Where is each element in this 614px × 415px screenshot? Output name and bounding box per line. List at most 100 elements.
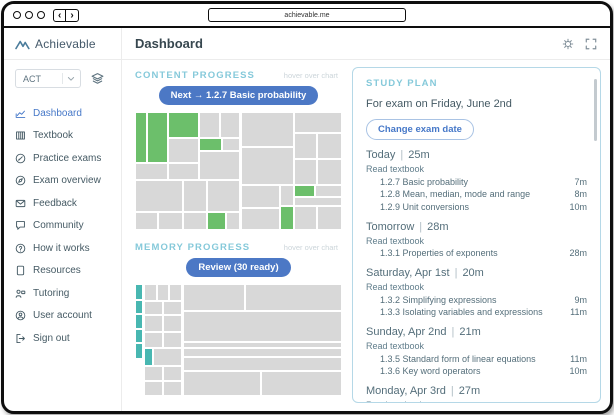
- treemap-cell[interactable]: [199, 112, 220, 138]
- sidebar-item-how-it-works[interactable]: How it works: [15, 237, 121, 260]
- course-select[interactable]: ACT: [15, 69, 81, 88]
- treemap-cell[interactable]: [183, 180, 208, 212]
- treemap-cell[interactable]: [168, 163, 199, 181]
- study-task[interactable]: 1.2.7 Basic probability 7m: [366, 177, 587, 187]
- treemap-cell[interactable]: [222, 138, 240, 151]
- study-task[interactable]: 1.3.2 Simplifying expressions 9m: [366, 295, 587, 305]
- treemap-cell[interactable]: [294, 159, 317, 185]
- treemap-cell[interactable]: [294, 112, 342, 133]
- url-bar[interactable]: achievable.me: [208, 8, 406, 22]
- treemap-cell[interactable]: [226, 212, 239, 230]
- window-close-button[interactable]: [13, 11, 21, 19]
- treemap-cell[interactable]: [135, 329, 143, 344]
- fullscreen-icon[interactable]: [585, 38, 597, 50]
- study-task[interactable]: 1.3.3 Isolating variables and expression…: [366, 307, 587, 317]
- treemap-cell[interactable]: [207, 212, 226, 230]
- task-name: 1.3.2 Simplifying expressions: [380, 295, 574, 305]
- treemap-cell[interactable]: [294, 185, 315, 197]
- treemap-cell[interactable]: [157, 284, 169, 301]
- treemap-cell[interactable]: [241, 147, 295, 185]
- treemap-cell[interactable]: [135, 284, 143, 300]
- treemap-cell[interactable]: [315, 185, 342, 197]
- day-items: 1.3.1 Properties of exponents 28m: [366, 248, 587, 258]
- treemap-cell[interactable]: [199, 151, 239, 181]
- study-task[interactable]: 1.3.6 Key word operators 10m: [366, 366, 587, 376]
- treemap-cell[interactable]: [317, 206, 342, 230]
- treemap-cell[interactable]: [183, 311, 342, 342]
- treemap-cell[interactable]: [144, 332, 163, 348]
- treemap-cell[interactable]: [135, 112, 147, 163]
- treemap-cell[interactable]: [163, 366, 182, 382]
- treemap-cell[interactable]: [158, 212, 183, 230]
- treemap-cell[interactable]: [144, 301, 163, 316]
- treemap-cell[interactable]: [294, 197, 342, 206]
- treemap-cell[interactable]: [199, 138, 222, 151]
- sidebar-item-user-account[interactable]: User account: [15, 305, 121, 328]
- treemap-cell[interactable]: [144, 284, 156, 301]
- layers-icon[interactable]: [91, 72, 104, 85]
- treemap-cell[interactable]: [317, 159, 342, 185]
- treemap-cell[interactable]: [294, 133, 317, 159]
- treemap-cell[interactable]: [183, 212, 208, 230]
- treemap-cell[interactable]: [168, 138, 199, 163]
- task-time: 11m: [570, 307, 587, 317]
- treemap-cell[interactable]: [241, 112, 295, 147]
- sidebar-item-community[interactable]: Community: [15, 215, 121, 238]
- sidebar-item-exam-overview[interactable]: Exam overview: [15, 170, 121, 193]
- treemap-cell[interactable]: [144, 366, 163, 382]
- treemap-cell[interactable]: [153, 348, 182, 366]
- treemap-cell[interactable]: [317, 133, 342, 159]
- sidebar-item-textbook[interactable]: Textbook: [15, 125, 121, 148]
- treemap-cell[interactable]: [280, 185, 294, 206]
- treemap-cell[interactable]: [261, 371, 342, 396]
- treemap-cell[interactable]: [280, 206, 294, 230]
- treemap-cell[interactable]: [245, 284, 342, 311]
- treemap-cell[interactable]: [163, 315, 182, 332]
- sidebar-item-sign-out[interactable]: Sign out: [15, 327, 121, 350]
- treemap-cell[interactable]: [169, 284, 181, 301]
- sidebar-item-tutoring[interactable]: Tutoring: [15, 282, 121, 305]
- treemap-cell[interactable]: [163, 332, 182, 348]
- study-task[interactable]: 1.2.9 Unit conversions 10m: [366, 202, 587, 212]
- change-exam-date-button[interactable]: Change exam date: [366, 119, 474, 140]
- treemap-cell[interactable]: [135, 343, 143, 359]
- treemap-cell[interactable]: [183, 284, 245, 311]
- forward-button[interactable]: ›: [65, 10, 77, 21]
- study-task[interactable]: 1.2.8 Mean, median, mode and range 8m: [366, 189, 587, 199]
- treemap-cell[interactable]: [207, 180, 239, 212]
- scrollbar-thumb[interactable]: [594, 79, 597, 141]
- settings-icon[interactable]: [562, 38, 574, 50]
- treemap-cell[interactable]: [144, 381, 163, 396]
- treemap-cell[interactable]: [135, 314, 143, 329]
- study-task[interactable]: 1.3.5 Standard form of linear equations …: [366, 354, 587, 364]
- treemap-cell[interactable]: [183, 357, 342, 372]
- study-task[interactable]: 1.3.1 Properties of exponents 28m: [366, 248, 587, 258]
- sidebar-item-resources[interactable]: Resources: [15, 260, 121, 283]
- treemap-cell[interactable]: [163, 301, 182, 316]
- select-divider: [62, 73, 63, 84]
- sidebar-item-feedback[interactable]: Feedback: [15, 192, 121, 215]
- treemap-cell[interactable]: [144, 348, 152, 366]
- treemap-cell[interactable]: [220, 112, 240, 138]
- back-button[interactable]: ‹: [54, 10, 65, 21]
- treemap-cell[interactable]: [144, 315, 163, 332]
- treemap-cell[interactable]: [135, 212, 158, 230]
- window-minimize-button[interactable]: [25, 11, 33, 19]
- treemap-cell[interactable]: [135, 163, 168, 181]
- treemap-cell[interactable]: [147, 112, 168, 163]
- sidebar-item-dashboard[interactable]: Dashboard: [15, 102, 121, 125]
- brand-logo[interactable]: Achievable: [4, 28, 122, 59]
- treemap-cell[interactable]: [241, 208, 280, 230]
- treemap-cell[interactable]: [183, 371, 262, 396]
- next-lesson-button[interactable]: Next → 1.2.7 Basic probability: [159, 86, 319, 105]
- treemap-cell[interactable]: [135, 180, 183, 212]
- sidebar-item-practice-exams[interactable]: Practice exams: [15, 147, 121, 170]
- treemap-cell[interactable]: [294, 206, 317, 230]
- treemap-cell[interactable]: [241, 185, 280, 207]
- treemap-cell[interactable]: [168, 112, 199, 138]
- treemap-cell[interactable]: [163, 381, 182, 396]
- treemap-cell[interactable]: [135, 300, 143, 315]
- treemap-cell[interactable]: [183, 348, 342, 357]
- window-maximize-button[interactable]: [37, 11, 45, 19]
- review-button[interactable]: Review (30 ready): [186, 258, 290, 277]
